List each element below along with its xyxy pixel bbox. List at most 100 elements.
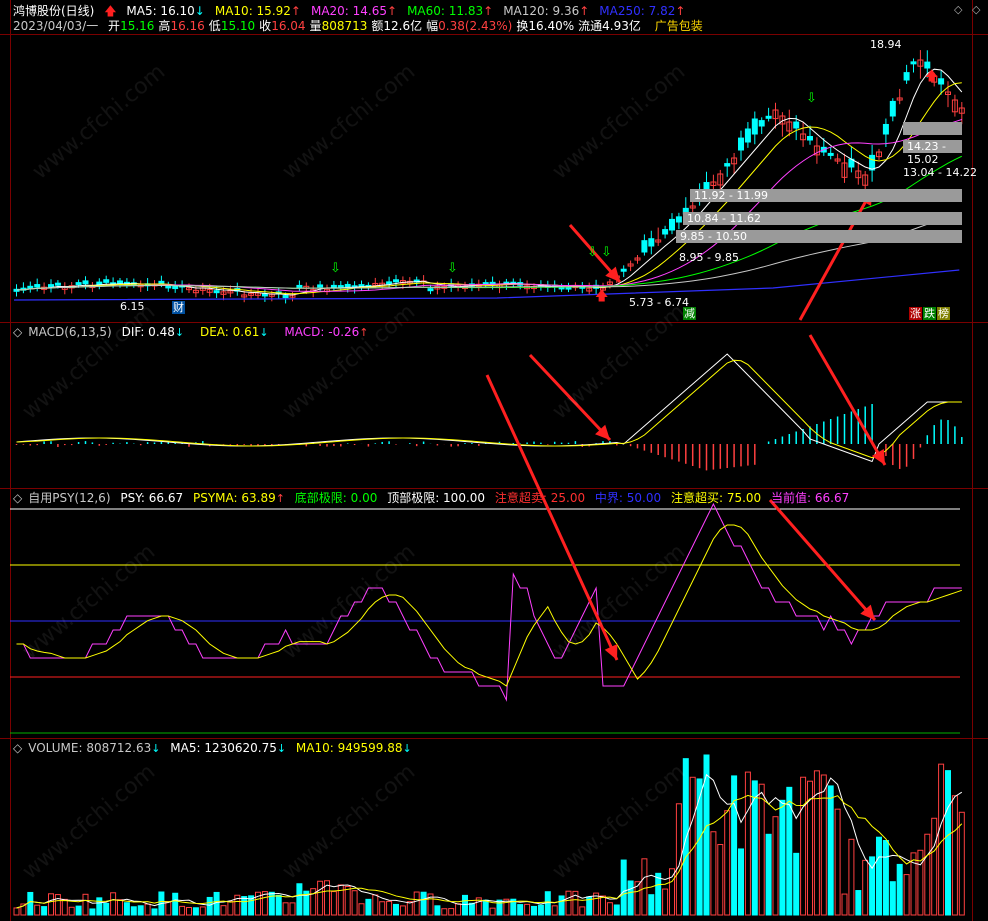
- macd-value: MACD: -0.26: [284, 325, 360, 339]
- quote-item: 幅0.38(2.43%): [426, 19, 513, 33]
- volume-bar: [862, 859, 869, 916]
- volume-bar: [68, 906, 75, 916]
- collapse-icon[interactable]: ◇: [13, 741, 22, 755]
- macd-title[interactable]: MACD(6,13,5): [28, 325, 112, 339]
- candle-body: [393, 279, 399, 283]
- candle-body: [758, 120, 765, 127]
- volume-bar: [123, 902, 130, 916]
- quote-list: 开15.16 高16.16 低15.10 收16.04 量808713 额12.6亿 幅0.…: [108, 19, 645, 33]
- watermark: www.cfchi.com: [278, 759, 420, 884]
- zone-label-1: 14.23 - 15.02: [903, 140, 962, 166]
- volume-bar: [275, 894, 282, 916]
- volume-bar: [945, 770, 951, 916]
- psy-overbought: 注意超买: 75.00: [670, 491, 762, 505]
- candle-body: [793, 121, 800, 129]
- volume-ma10: MA10: 949599.88: [295, 741, 403, 755]
- psy-title[interactable]: 自用PSY(12,6): [28, 491, 110, 505]
- restore-icon[interactable]: ◇: [954, 3, 962, 16]
- header-row-1: 鸿博股份(日线) 🡅 MA5: 16.10↓ MA10: 15.92↑ MA20: …: [13, 3, 701, 19]
- stock-title[interactable]: 鸿博股份(日线): [13, 4, 94, 18]
- volume-dir: ↓: [151, 742, 161, 755]
- volume-bar: [531, 905, 537, 916]
- volume-bar: [379, 901, 386, 916]
- volume-bar: [655, 872, 662, 916]
- volume-bar: [399, 905, 406, 916]
- close-icon[interactable]: ◇: [972, 3, 980, 16]
- zone-label-2: 13.04 - 14.22: [903, 166, 977, 179]
- macd-value-dir: ↑: [359, 326, 369, 339]
- volume-bar: [165, 901, 172, 916]
- psy-oversold: 注意超卖: 25.00: [494, 491, 586, 505]
- volume-bar: [951, 795, 958, 916]
- ad-link[interactable]: 广告包装: [655, 19, 703, 33]
- watermark: www.cfchi.com: [18, 539, 160, 664]
- quote-item: 流通4.93亿: [578, 19, 641, 33]
- zone-label-5: 9.85 - 10.50: [676, 230, 962, 243]
- quote-item: 额12.6亿: [371, 19, 423, 33]
- volume-bar: [558, 895, 565, 916]
- volume-bar: [537, 904, 544, 916]
- psy-header: ◇ 自用PSY(12,6) PSY: 66.67 PSYMA: 63.89↑ 底部…: [13, 490, 855, 507]
- range-label-low: 5.73 - 6.74: [629, 296, 689, 309]
- volume-bar: [192, 907, 199, 916]
- volume-bar: [524, 903, 531, 916]
- volume-bar: [96, 897, 103, 916]
- volume-bar: [448, 908, 455, 916]
- candle-body: [282, 295, 289, 299]
- candle-body: [75, 282, 82, 286]
- volume-title[interactable]: VOLUME: 808712.63: [28, 741, 151, 755]
- quote-item: 量808713: [309, 19, 368, 33]
- volume-bar: [61, 898, 68, 916]
- collapse-icon[interactable]: ◇: [13, 325, 22, 339]
- volume-bar: [117, 899, 123, 916]
- candle-body: [82, 280, 89, 285]
- candle-body: [620, 268, 627, 272]
- candle-body: [910, 61, 917, 65]
- volume-bar: [13, 907, 20, 916]
- candle-body: [213, 290, 220, 294]
- volume-ma5-line: [16, 773, 963, 909]
- volume-bar: [958, 811, 965, 916]
- collapse-icon[interactable]: ◇: [13, 491, 22, 505]
- candle-body: [648, 238, 655, 247]
- volume-bar: [296, 883, 303, 916]
- volume-bar: [54, 894, 61, 916]
- volume-bar: [855, 890, 862, 916]
- high-price-label: 18.94: [870, 38, 902, 51]
- volume-bar: [337, 884, 344, 916]
- reduce-marker[interactable]: 减: [683, 307, 696, 320]
- ma-item: MA20: 14.65: [310, 4, 388, 18]
- volume-bar: [565, 890, 572, 916]
- volume-bar: [834, 808, 841, 916]
- ma-item: MA250: 7.82: [599, 4, 676, 18]
- volume-bar: [89, 908, 96, 916]
- chart-canvas[interactable]: 🡅🡅⇩ ⇩⇩ ⇩⇩www.cfchi.com www.cfchi.com www.cfc…: [0, 0, 988, 921]
- volume-bar: [827, 785, 834, 916]
- ma-item: MA5: 16.10: [126, 4, 195, 18]
- candle-body: [751, 118, 758, 135]
- volume-bar: [551, 905, 558, 916]
- volume-bar: [103, 902, 110, 916]
- volume-bar: [351, 890, 358, 916]
- finance-marker[interactable]: 财: [172, 301, 185, 314]
- macd-dif-line: [16, 353, 962, 463]
- watermark: www.cfchi.com: [278, 539, 420, 664]
- volume-bar: [669, 868, 675, 916]
- candle-body: [344, 283, 351, 288]
- macd-dif: DIF: 0.48: [121, 325, 175, 339]
- fall-marker[interactable]: 跌: [923, 307, 936, 320]
- candle-body: [427, 288, 434, 292]
- rise-marker[interactable]: 涨: [909, 307, 922, 320]
- volume-bar: [241, 896, 248, 916]
- candle-body: [765, 115, 772, 119]
- volume-bar: [386, 900, 393, 916]
- candle-body: [744, 128, 751, 143]
- volume-header: ◇ VOLUME: 808712.63↓ MA5: 1230620.75↓ MA1…: [13, 740, 418, 757]
- watermark: www.cfchi.com: [548, 299, 690, 424]
- volume-bar: [544, 891, 551, 916]
- rank-marker[interactable]: 榜: [937, 307, 950, 320]
- volume-bar: [903, 874, 910, 916]
- volume-bar: [765, 833, 772, 916]
- volume-ma5-dir: ↓: [276, 742, 287, 755]
- candle-body: [330, 284, 337, 288]
